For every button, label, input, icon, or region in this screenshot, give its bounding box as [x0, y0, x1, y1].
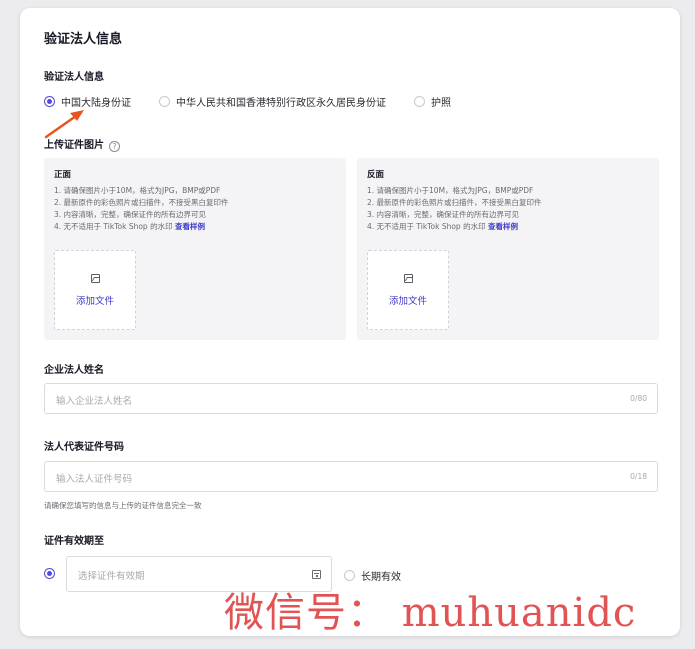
- view-sample-link[interactable]: 查看样例: [175, 222, 205, 231]
- add-file-label: 添加文件: [388, 295, 427, 307]
- calendar-icon[interactable]: [312, 570, 321, 579]
- upload-rule: 1. 请确保图片小于10M，格式为JPG，BMP或PDF: [54, 186, 221, 195]
- add-file-label: 添加文件: [75, 295, 114, 307]
- upload-rule: 4. 无不适用于 TikTok Shop 的水印 查看样例: [367, 221, 542, 233]
- back-upload-panel: 反面 1. 请确保图片小于10M，格式为JPG，BMP或PDF 2. 最新原件的…: [357, 158, 659, 340]
- id-number-placeholder: 输入法人证件号码: [56, 474, 133, 485]
- id-number-input[interactable]: 输入法人证件号码 0/18: [44, 461, 658, 492]
- back-upload-rules: 1. 请确保图片小于10M，格式为JPG，BMP或PDF 2. 最新原件的彩色照…: [367, 185, 542, 233]
- upload-label-text: 上传证件图片: [44, 140, 104, 151]
- expiry-label: 证件有效期至: [44, 536, 104, 547]
- front-panel-title: 正面: [54, 170, 72, 180]
- expiry-date-placeholder: 选择证件有效期: [78, 571, 145, 582]
- expiry-date-radio-checked-icon[interactable]: [44, 568, 55, 579]
- id-type-option-passport[interactable]: 护照: [414, 94, 451, 109]
- id-type-option-label: 护照: [431, 97, 451, 109]
- annotation-arrow-icon: [44, 110, 84, 139]
- legal-name-placeholder: 输入企业法人姓名: [56, 396, 133, 407]
- upload-label: 上传证件图片?: [44, 136, 120, 152]
- legal-name-input[interactable]: 输入企业法人姓名 0/80: [44, 383, 658, 414]
- id-type-radio-group: 中国大陆身份证 中华人民共和国香港特别行政区永久居民身份证 护照: [44, 94, 479, 109]
- help-icon[interactable]: ?: [109, 141, 120, 152]
- id-type-option-label: 中华人民共和国香港特别行政区永久居民身份证: [176, 97, 386, 109]
- back-panel-title: 反面: [367, 170, 385, 180]
- legal-name-label: 企业法人姓名: [44, 365, 104, 376]
- wechat-watermark: 微信号： muhuanidc: [224, 590, 637, 636]
- upload-rule: 1. 请确保图片小于10M，格式为JPG，BMP或PDF: [367, 186, 534, 195]
- legal-rep-verification-card: 验证法人信息 验证法人信息 中国大陆身份证 中华人民共和国香港特别行政区永久居民…: [20, 8, 680, 636]
- upload-rule: 4. 无不适用于 TikTok Shop 的水印 查看样例: [54, 221, 229, 233]
- image-file-icon: [403, 273, 413, 283]
- view-sample-link[interactable]: 查看样例: [488, 222, 518, 231]
- front-upload-panel: 正面 1. 请确保图片小于10M，格式为JPG，BMP或PDF 2. 最新原件的…: [44, 158, 346, 340]
- upload-rule-text: 4. 无不适用于 TikTok Shop 的水印: [367, 222, 486, 231]
- image-file-icon: [90, 273, 100, 283]
- id-number-hint: 请确保您填写的信息与上传的证件信息完全一致: [44, 501, 202, 510]
- radio-unchecked-icon[interactable]: [414, 95, 425, 107]
- front-add-file-dropzone[interactable]: 添加文件: [54, 250, 136, 330]
- legal-name-char-counter: 0/80: [630, 394, 647, 403]
- card-title: 验证法人信息: [44, 32, 123, 47]
- radio-unchecked-icon[interactable]: [159, 95, 170, 107]
- upload-rule-text: 4. 无不适用于 TikTok Shop 的水印: [54, 222, 173, 231]
- upload-rule: 3. 内容清晰，完整，确保证件的所有边界可见: [367, 210, 520, 219]
- back-add-file-dropzone[interactable]: 添加文件: [367, 250, 449, 330]
- upload-rule: 2. 最新原件的彩色照片或扫描件，不接受黑白复印件: [367, 198, 542, 207]
- id-number-char-counter: 0/18: [630, 472, 647, 481]
- front-upload-rules: 1. 请确保图片小于10M，格式为JPG，BMP或PDF 2. 最新原件的彩色照…: [54, 185, 229, 233]
- id-type-label: 验证法人信息: [44, 72, 104, 83]
- id-number-label: 法人代表证件号码: [44, 442, 124, 453]
- upload-rule: 3. 内容清晰，完整，确保证件的所有边界可见: [54, 210, 207, 219]
- upload-rule: 2. 最新原件的彩色照片或扫描件，不接受黑白复印件: [54, 198, 229, 207]
- id-type-option-hongkong[interactable]: 中华人民共和国香港特别行政区永久居民身份证: [159, 94, 386, 109]
